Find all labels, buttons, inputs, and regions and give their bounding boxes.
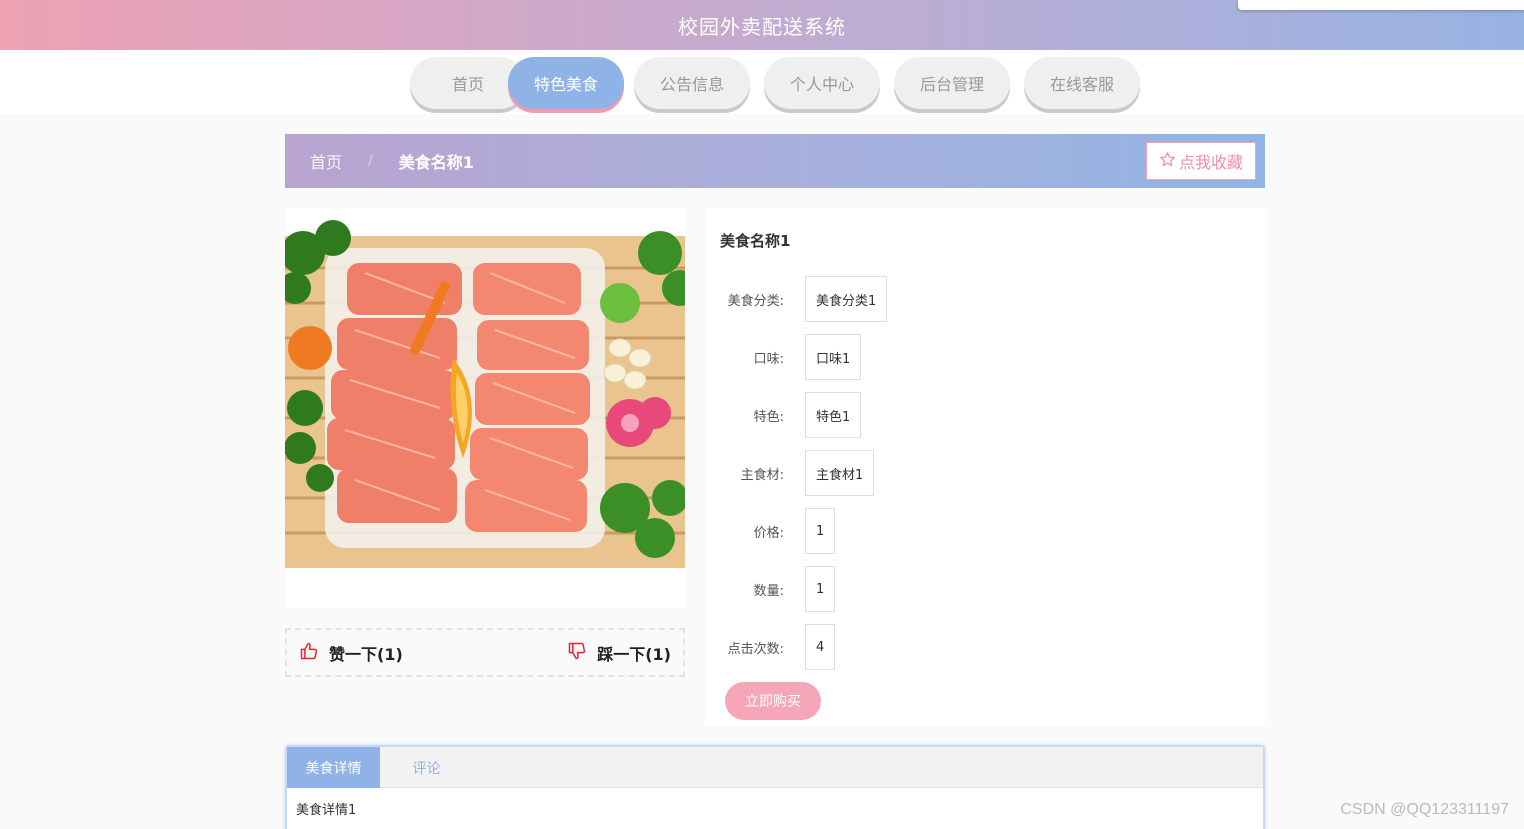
buy-now-button[interactable]: 立即购买 bbox=[725, 682, 821, 720]
field-label: 特色: bbox=[753, 409, 784, 425]
field-value: 口味1 bbox=[805, 334, 862, 380]
dislike-label: 踩一下(1) bbox=[597, 644, 671, 664]
app-title: 校园外卖配送系统 bbox=[678, 14, 846, 39]
field-row-quantity: 数量: 1 bbox=[705, 566, 836, 612]
thumbs-down-icon bbox=[567, 641, 587, 665]
field-row-price: 价格: 1 bbox=[705, 508, 836, 554]
dislike-button[interactable]: 踩一下(1) bbox=[567, 641, 671, 665]
field-value: 4 bbox=[805, 624, 836, 670]
detail-tabs: 美食详情 评论 美食详情1 bbox=[285, 745, 1265, 829]
field-value: 1 bbox=[805, 566, 836, 612]
favorite-button[interactable]: 点我收藏 bbox=[1146, 142, 1256, 180]
field-row-flavor: 口味: 口味1 bbox=[705, 334, 862, 380]
nav-item-featured-food[interactable]: 特色美食 bbox=[508, 57, 624, 109]
like-button[interactable]: 赞一下(1) bbox=[299, 641, 403, 665]
vote-bar: 赞一下(1) 踩一下(1) bbox=[285, 628, 685, 677]
tab-bar: 美食详情 评论 bbox=[287, 747, 1263, 788]
nav-item-admin[interactable]: 后台管理 bbox=[894, 57, 1010, 109]
breadcrumb-home[interactable]: 首页 bbox=[310, 149, 342, 173]
field-row-click-count: 点击次数: 4 bbox=[705, 624, 836, 670]
food-name: 美食名称1 bbox=[720, 232, 791, 250]
star-outline-icon bbox=[1159, 151, 1176, 172]
tab-food-details[interactable]: 美食详情 bbox=[287, 747, 380, 788]
nav-item-personal-center[interactable]: 个人中心 bbox=[764, 57, 880, 109]
watermark: CSDN @QQ123311197 bbox=[1340, 801, 1509, 818]
tab-comments[interactable]: 评论 bbox=[380, 747, 473, 788]
nav-item-announcements[interactable]: 公告信息 bbox=[634, 57, 750, 109]
breadcrumb-separator: / bbox=[368, 153, 373, 169]
main-nav: 首页 特色美食 公告信息 个人中心 后台管理 在线客服 bbox=[0, 50, 1524, 114]
field-value: 主食材1 bbox=[805, 450, 875, 496]
tab-content: 美食详情1 bbox=[296, 803, 357, 818]
field-row-category: 美食分类: 美食分类1 bbox=[705, 276, 888, 322]
field-label: 点击次数: bbox=[727, 641, 784, 657]
field-label: 价格: bbox=[753, 525, 784, 541]
field-label: 数量: bbox=[753, 583, 784, 599]
food-info-panel: 美食名称1 美食分类: 美食分类1 口味: 口味1 特色: 特色1 主食材: 主… bbox=[705, 208, 1265, 726]
thumbs-up-icon bbox=[299, 641, 319, 665]
field-label: 美食分类: bbox=[727, 293, 784, 309]
breadcrumb: 首页 / 美食名称1 点我收藏 bbox=[285, 134, 1265, 188]
field-label: 口味: bbox=[753, 351, 784, 367]
field-value: 1 bbox=[805, 508, 836, 554]
like-label: 赞一下(1) bbox=[329, 644, 403, 664]
field-row-feature: 特色: 特色1 bbox=[705, 392, 862, 438]
favorite-button-label: 点我收藏 bbox=[1178, 153, 1243, 172]
top-popup-edge bbox=[1238, 0, 1524, 10]
breadcrumb-current: 美食名称1 bbox=[398, 153, 474, 172]
field-row-main-ingredient: 主食材: 主食材1 bbox=[705, 450, 875, 496]
field-value: 美食分类1 bbox=[805, 276, 888, 322]
food-image bbox=[285, 208, 685, 608]
field-label: 主食材: bbox=[740, 467, 784, 483]
field-value: 特色1 bbox=[805, 392, 862, 438]
nav-item-online-service[interactable]: 在线客服 bbox=[1024, 57, 1140, 109]
